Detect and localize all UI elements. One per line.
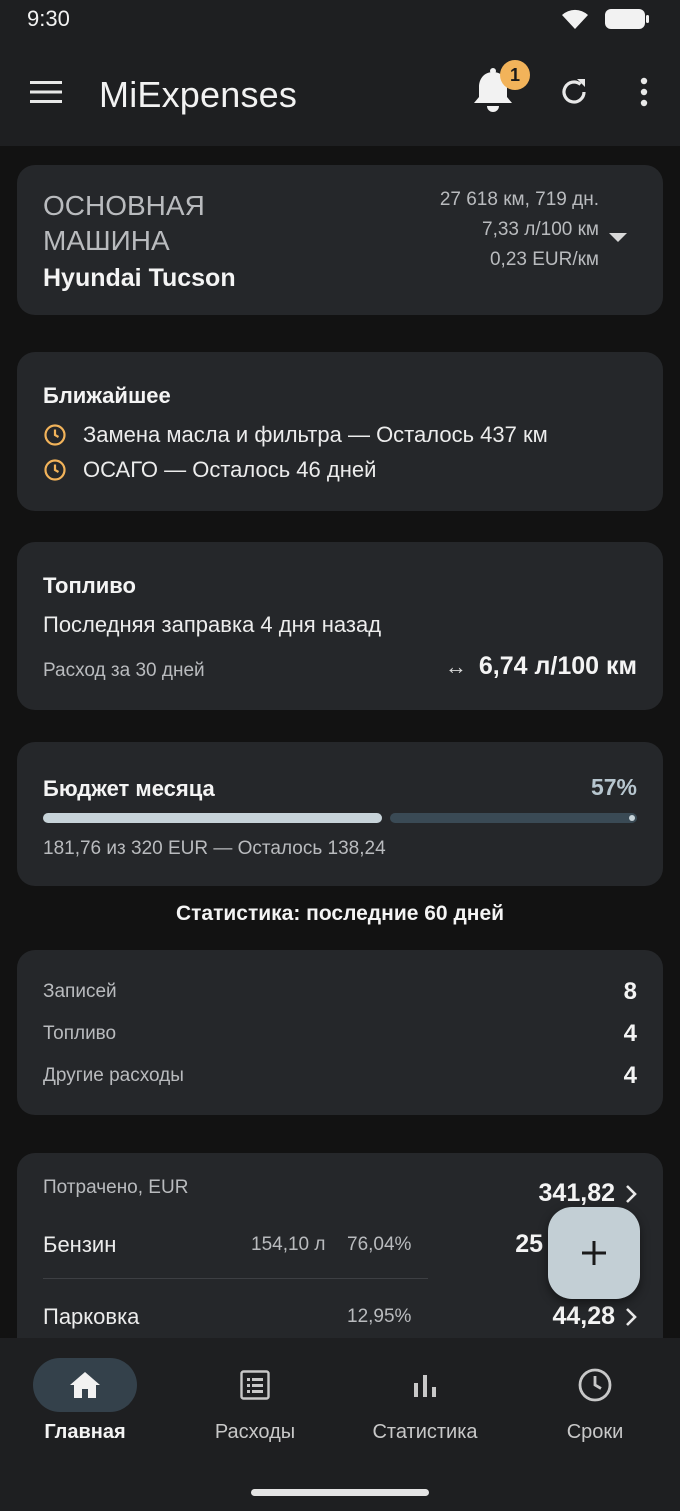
budget-card[interactable]: Бюджет месяца 57% 181,76 из 320 EUR — Ос… xyxy=(17,742,663,886)
status-bar: 9:30 xyxy=(0,0,680,40)
add-expense-fab[interactable] xyxy=(548,1207,640,1299)
budget-percent: 57% xyxy=(590,774,637,800)
counts-card: Записей 8 Топливо 4 Другие расходы 4 xyxy=(17,950,663,1115)
count-label: Топливо xyxy=(43,1023,117,1044)
status-icons xyxy=(560,7,650,31)
vehicle-cost-per-km: 0,23 EUR/км xyxy=(489,249,599,270)
expense-row-parking[interactable]: Парковка 12,95% 44,28 xyxy=(43,1296,637,1336)
expense-quantity: 154,10 л xyxy=(251,1234,326,1255)
horizontal-arrow-icon: ↔ xyxy=(444,653,467,679)
budget-progress-bar xyxy=(43,813,637,823)
expense-name: Парковка xyxy=(43,1304,140,1329)
clock-icon xyxy=(44,424,66,446)
expense-percent: 12,95% xyxy=(347,1306,412,1327)
wifi-icon xyxy=(562,9,588,29)
fuel-title: Топливо xyxy=(43,573,136,598)
app-bar: MiExpenses 1 xyxy=(0,40,680,146)
nav-icon-container xyxy=(203,1358,307,1412)
vehicle-name: Hyundai Tucson xyxy=(43,264,236,292)
count-row: Записей 8 xyxy=(43,978,637,1006)
nav-icon-container xyxy=(373,1358,477,1412)
nav-label: Главная xyxy=(44,1421,126,1443)
clock-icon xyxy=(44,459,66,481)
budget-progress-fill xyxy=(43,813,382,823)
fuel-card[interactable]: Топливо Последняя заправка 4 дня назад Р… xyxy=(17,542,663,710)
vehicle-card[interactable]: ОСНОВНАЯ МАШИНА Hyundai Tucson 27 618 км… xyxy=(17,165,663,315)
budget-title: Бюджет месяца xyxy=(43,776,215,801)
dropdown-arrow-icon[interactable] xyxy=(609,233,627,242)
fuel-last-refuel: Последняя заправка 4 дня назад xyxy=(43,612,382,637)
plus-icon xyxy=(582,1241,606,1265)
expense-name: Бензин xyxy=(43,1232,117,1257)
fuel-consumption-value: ↔ 6,74 л/100 км xyxy=(445,652,637,681)
nav-item-deadlines[interactable]: Сроки xyxy=(510,1338,680,1458)
home-indicator xyxy=(251,1489,429,1496)
budget-progress-end-dot xyxy=(629,815,635,821)
fuel-consumption-label: Расход за 30 дней xyxy=(43,660,205,681)
nav-item-statistics[interactable]: Статистика xyxy=(340,1338,510,1458)
upcoming-title: Ближайшее xyxy=(43,383,171,408)
count-row: Топливо 4 xyxy=(43,1020,637,1048)
vehicle-label: ОСНОВНАЯ МАШИНА xyxy=(43,190,205,256)
reminder-item[interactable]: Замена масла и фильтра — Осталось 437 км xyxy=(43,422,548,448)
more-options-button[interactable] xyxy=(622,70,666,114)
vehicle-stats: 27 618 км, 719 дн. 7,33 л/100 км 0,23 EU… xyxy=(440,185,599,275)
chevron-right-icon xyxy=(626,1307,637,1326)
vehicle-mileage: 27 618 км, 719 дн. xyxy=(439,189,599,210)
vehicle-consumption: 7,33 л/100 км xyxy=(482,219,599,240)
divider xyxy=(43,1278,428,1279)
count-row: Другие расходы 4 xyxy=(43,1062,637,1090)
count-value: 4 xyxy=(623,1020,637,1047)
count-value: 8 xyxy=(623,978,637,1005)
menu-button[interactable] xyxy=(24,70,68,114)
more-vert-icon xyxy=(640,77,648,107)
refresh-button[interactable] xyxy=(552,70,596,114)
count-label: Другие расходы xyxy=(43,1065,184,1086)
list-icon xyxy=(240,1370,270,1400)
battery-icon xyxy=(605,9,649,29)
nav-label: Сроки xyxy=(566,1421,624,1443)
spent-total-value: 341,82 xyxy=(538,1179,615,1207)
notifications-button[interactable]: 1 xyxy=(468,60,530,120)
bar-chart-icon xyxy=(414,1375,436,1397)
nav-icon-container xyxy=(33,1358,137,1412)
status-time: 9:30 xyxy=(27,6,70,31)
chevron-right-icon xyxy=(626,1184,637,1203)
notification-badge: 1 xyxy=(500,60,530,90)
count-value: 4 xyxy=(623,1062,637,1089)
hamburger-icon xyxy=(30,81,62,103)
reminder-text: Замена масла и фильтра — Осталось 437 км xyxy=(83,422,548,447)
nav-icon-container xyxy=(543,1358,647,1412)
spent-label: Потрачено, EUR xyxy=(43,1177,189,1198)
reminder-item[interactable]: ОСАГО — Осталось 46 дней xyxy=(43,457,376,483)
bottom-navigation: Главная Расходы Статистика Сроки xyxy=(0,1338,680,1511)
budget-summary: 181,76 из 320 EUR — Осталось 138,24 xyxy=(43,838,386,859)
app-title: MiExpenses xyxy=(99,74,298,115)
expense-percent: 76,04% xyxy=(347,1234,412,1255)
reminder-text: ОСАГО — Осталось 46 дней xyxy=(83,457,377,482)
expense-amount-value: 44,28 xyxy=(552,1302,615,1330)
count-label: Записей xyxy=(43,981,117,1002)
home-icon xyxy=(70,1372,100,1398)
nav-label: Статистика xyxy=(372,1421,478,1443)
nav-label: Расходы xyxy=(214,1421,296,1443)
refresh-icon xyxy=(562,79,586,104)
budget-progress-remaining xyxy=(390,813,637,823)
upcoming-card[interactable]: Ближайшее Замена масла и фильтра — Остал… xyxy=(17,352,663,511)
stats-title: Статистика: последние 60 дней xyxy=(175,902,505,925)
expense-amount: 44,28 xyxy=(552,1302,637,1331)
expense-amount: 25 xyxy=(515,1230,543,1258)
nav-item-expenses[interactable]: Расходы xyxy=(170,1338,340,1458)
nav-item-home[interactable]: Главная xyxy=(0,1338,170,1458)
clock-icon xyxy=(578,1368,612,1402)
spent-total[interactable]: 341,82 xyxy=(539,1179,637,1208)
fuel-consumption-number: 6,74 л/100 км xyxy=(478,652,637,680)
